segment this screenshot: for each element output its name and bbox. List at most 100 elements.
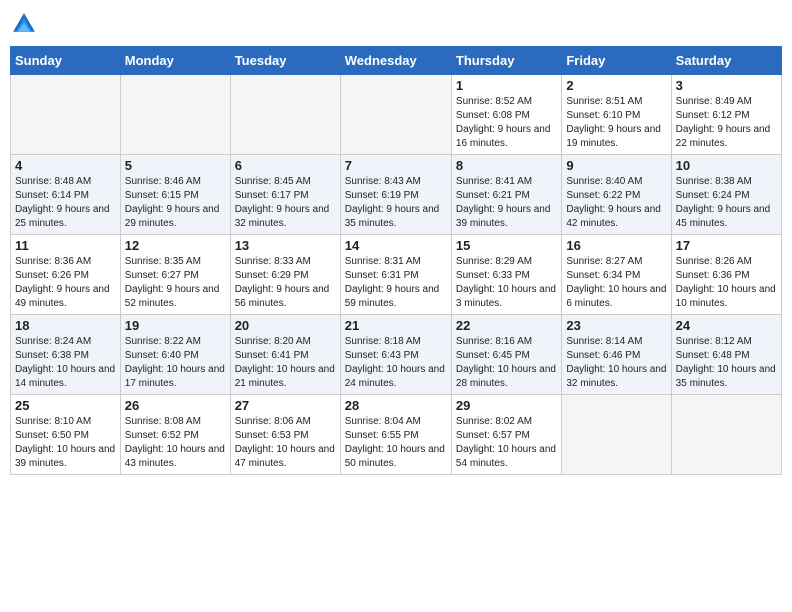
day-info: Sunrise: 8:18 AM Sunset: 6:43 PM Dayligh…	[345, 335, 447, 391]
day-info: Sunrise: 8:48 AM Sunset: 6:14 PM Dayligh…	[15, 175, 116, 231]
day-number: 11	[15, 238, 116, 253]
header	[10, 10, 782, 38]
day-info: Sunrise: 8:02 AM Sunset: 6:57 PM Dayligh…	[456, 415, 557, 471]
day-cell	[340, 75, 451, 155]
day-number: 25	[15, 398, 116, 413]
day-info: Sunrise: 8:43 AM Sunset: 6:19 PM Dayligh…	[345, 175, 447, 231]
day-cell: 19Sunrise: 8:22 AM Sunset: 6:40 PM Dayli…	[120, 315, 230, 395]
day-number: 14	[345, 238, 447, 253]
day-cell	[671, 395, 781, 475]
col-header-friday: Friday	[562, 47, 671, 75]
day-cell: 13 Sunrise: 8:33 AM Sunset: 6:29 PM Dayli…	[230, 235, 340, 315]
day-number: 10	[676, 158, 777, 173]
day-info: Sunrise: 8:35 AM Sunset: 6:27 PM Dayligh…	[125, 255, 226, 311]
page: SundayMondayTuesdayWednesdayThursdayFrid…	[0, 0, 792, 485]
col-header-wednesday: Wednesday	[340, 47, 451, 75]
day-number: 20	[235, 318, 336, 333]
day-number: 26	[125, 398, 226, 413]
day-cell: 17Sunrise: 8:26 AM Sunset: 6:36 PM Dayli…	[671, 235, 781, 315]
calendar-header-row: SundayMondayTuesdayWednesdayThursdayFrid…	[11, 47, 782, 75]
logo	[10, 10, 42, 38]
day-cell	[230, 75, 340, 155]
day-cell: 11 Sunrise: 8:36 AM Sunset: 6:26 PM Dayli…	[11, 235, 121, 315]
day-number: 12	[125, 238, 226, 253]
day-info: Sunrise: 8:52 AM Sunset: 6:08 PM Dayligh…	[456, 95, 557, 151]
day-cell: 2 Sunrise: 8:51 AM Sunset: 6:10 PM Daylig…	[562, 75, 671, 155]
day-info: Sunrise: 8:41 AM Sunset: 6:21 PM Dayligh…	[456, 175, 557, 231]
day-info: Sunrise: 8:10 AM Sunset: 6:50 PM Dayligh…	[15, 415, 116, 471]
day-cell: 27 Sunrise: 8:06 AM Sunset: 6:53 PM Dayli…	[230, 395, 340, 475]
day-cell: 14 Sunrise: 8:31 AM Sunset: 6:31 PM Dayli…	[340, 235, 451, 315]
day-cell: 9 Sunrise: 8:40 AM Sunset: 6:22 PM Daylig…	[562, 155, 671, 235]
day-number: 16	[566, 238, 666, 253]
day-number: 6	[235, 158, 336, 173]
day-info: Sunrise: 8:40 AM Sunset: 6:22 PM Dayligh…	[566, 175, 666, 231]
day-cell: 24Sunrise: 8:12 AM Sunset: 6:48 PM Dayli…	[671, 315, 781, 395]
day-info: Sunrise: 8:36 AM Sunset: 6:26 PM Dayligh…	[15, 255, 116, 311]
day-info: Sunrise: 8:14 AM Sunset: 6:46 PM Dayligh…	[566, 335, 666, 391]
day-cell: 25 Sunrise: 8:10 AM Sunset: 6:50 PM Dayli…	[11, 395, 121, 475]
week-row-5: 25 Sunrise: 8:10 AM Sunset: 6:50 PM Dayli…	[11, 395, 782, 475]
day-number: 8	[456, 158, 557, 173]
day-number: 2	[566, 78, 666, 93]
day-info: Sunrise: 8:31 AM Sunset: 6:31 PM Dayligh…	[345, 255, 447, 311]
day-cell: 3 Sunrise: 8:49 AM Sunset: 6:12 PM Daylig…	[671, 75, 781, 155]
day-number: 24	[676, 318, 777, 333]
day-cell	[120, 75, 230, 155]
week-row-1: 1Sunrise: 8:52 AM Sunset: 6:08 PM Daylig…	[11, 75, 782, 155]
col-header-saturday: Saturday	[671, 47, 781, 75]
day-cell: 10Sunrise: 8:38 AM Sunset: 6:24 PM Dayli…	[671, 155, 781, 235]
col-header-tuesday: Tuesday	[230, 47, 340, 75]
col-header-sunday: Sunday	[11, 47, 121, 75]
calendar-body: 1Sunrise: 8:52 AM Sunset: 6:08 PM Daylig…	[11, 75, 782, 475]
week-row-3: 11 Sunrise: 8:36 AM Sunset: 6:26 PM Dayli…	[11, 235, 782, 315]
day-info: Sunrise: 8:06 AM Sunset: 6:53 PM Dayligh…	[235, 415, 336, 471]
day-number: 21	[345, 318, 447, 333]
day-info: Sunrise: 8:33 AM Sunset: 6:29 PM Dayligh…	[235, 255, 336, 311]
day-cell: 15 Sunrise: 8:29 AM Sunset: 6:33 PM Dayli…	[451, 235, 561, 315]
day-info: Sunrise: 8:04 AM Sunset: 6:55 PM Dayligh…	[345, 415, 447, 471]
day-number: 22	[456, 318, 557, 333]
day-number: 28	[345, 398, 447, 413]
day-number: 23	[566, 318, 666, 333]
day-info: Sunrise: 8:26 AM Sunset: 6:36 PM Dayligh…	[676, 255, 777, 311]
day-info: Sunrise: 8:16 AM Sunset: 6:45 PM Dayligh…	[456, 335, 557, 391]
day-number: 5	[125, 158, 226, 173]
day-info: Sunrise: 8:46 AM Sunset: 6:15 PM Dayligh…	[125, 175, 226, 231]
day-cell: 21 Sunrise: 8:18 AM Sunset: 6:43 PM Dayli…	[340, 315, 451, 395]
day-cell: 8 Sunrise: 8:41 AM Sunset: 6:21 PM Daylig…	[451, 155, 561, 235]
day-cell: 18 Sunrise: 8:24 AM Sunset: 6:38 PM Dayli…	[11, 315, 121, 395]
day-info: Sunrise: 8:08 AM Sunset: 6:52 PM Dayligh…	[125, 415, 226, 471]
day-number: 13	[235, 238, 336, 253]
day-cell: 6Sunrise: 8:45 AM Sunset: 6:17 PM Daylig…	[230, 155, 340, 235]
day-cell: 7 Sunrise: 8:43 AM Sunset: 6:19 PM Daylig…	[340, 155, 451, 235]
col-header-monday: Monday	[120, 47, 230, 75]
day-number: 27	[235, 398, 336, 413]
day-info: Sunrise: 8:27 AM Sunset: 6:34 PM Dayligh…	[566, 255, 666, 311]
day-number: 7	[345, 158, 447, 173]
logo-icon	[10, 10, 38, 38]
day-cell: 22 Sunrise: 8:16 AM Sunset: 6:45 PM Dayli…	[451, 315, 561, 395]
day-number: 4	[15, 158, 116, 173]
day-cell: 28 Sunrise: 8:04 AM Sunset: 6:55 PM Dayli…	[340, 395, 451, 475]
day-cell: 26 Sunrise: 8:08 AM Sunset: 6:52 PM Dayli…	[120, 395, 230, 475]
day-cell: 1Sunrise: 8:52 AM Sunset: 6:08 PM Daylig…	[451, 75, 561, 155]
day-number: 18	[15, 318, 116, 333]
day-cell: 12 Sunrise: 8:35 AM Sunset: 6:27 PM Dayli…	[120, 235, 230, 315]
day-cell: 4 Sunrise: 8:48 AM Sunset: 6:14 PM Daylig…	[11, 155, 121, 235]
day-cell: 23 Sunrise: 8:14 AM Sunset: 6:46 PM Dayli…	[562, 315, 671, 395]
day-cell	[562, 395, 671, 475]
day-number: 29	[456, 398, 557, 413]
day-number: 15	[456, 238, 557, 253]
day-info: Sunrise: 8:51 AM Sunset: 6:10 PM Dayligh…	[566, 95, 666, 151]
col-header-thursday: Thursday	[451, 47, 561, 75]
day-number: 19	[125, 318, 226, 333]
day-info: Sunrise: 8:49 AM Sunset: 6:12 PM Dayligh…	[676, 95, 777, 151]
day-info: Sunrise: 8:20 AM Sunset: 6:41 PM Dayligh…	[235, 335, 336, 391]
day-number: 9	[566, 158, 666, 173]
day-cell: 20 Sunrise: 8:20 AM Sunset: 6:41 PM Dayli…	[230, 315, 340, 395]
day-cell: 29 Sunrise: 8:02 AM Sunset: 6:57 PM Dayli…	[451, 395, 561, 475]
day-info: Sunrise: 8:29 AM Sunset: 6:33 PM Dayligh…	[456, 255, 557, 311]
day-info: Sunrise: 8:24 AM Sunset: 6:38 PM Dayligh…	[15, 335, 116, 391]
day-number: 3	[676, 78, 777, 93]
